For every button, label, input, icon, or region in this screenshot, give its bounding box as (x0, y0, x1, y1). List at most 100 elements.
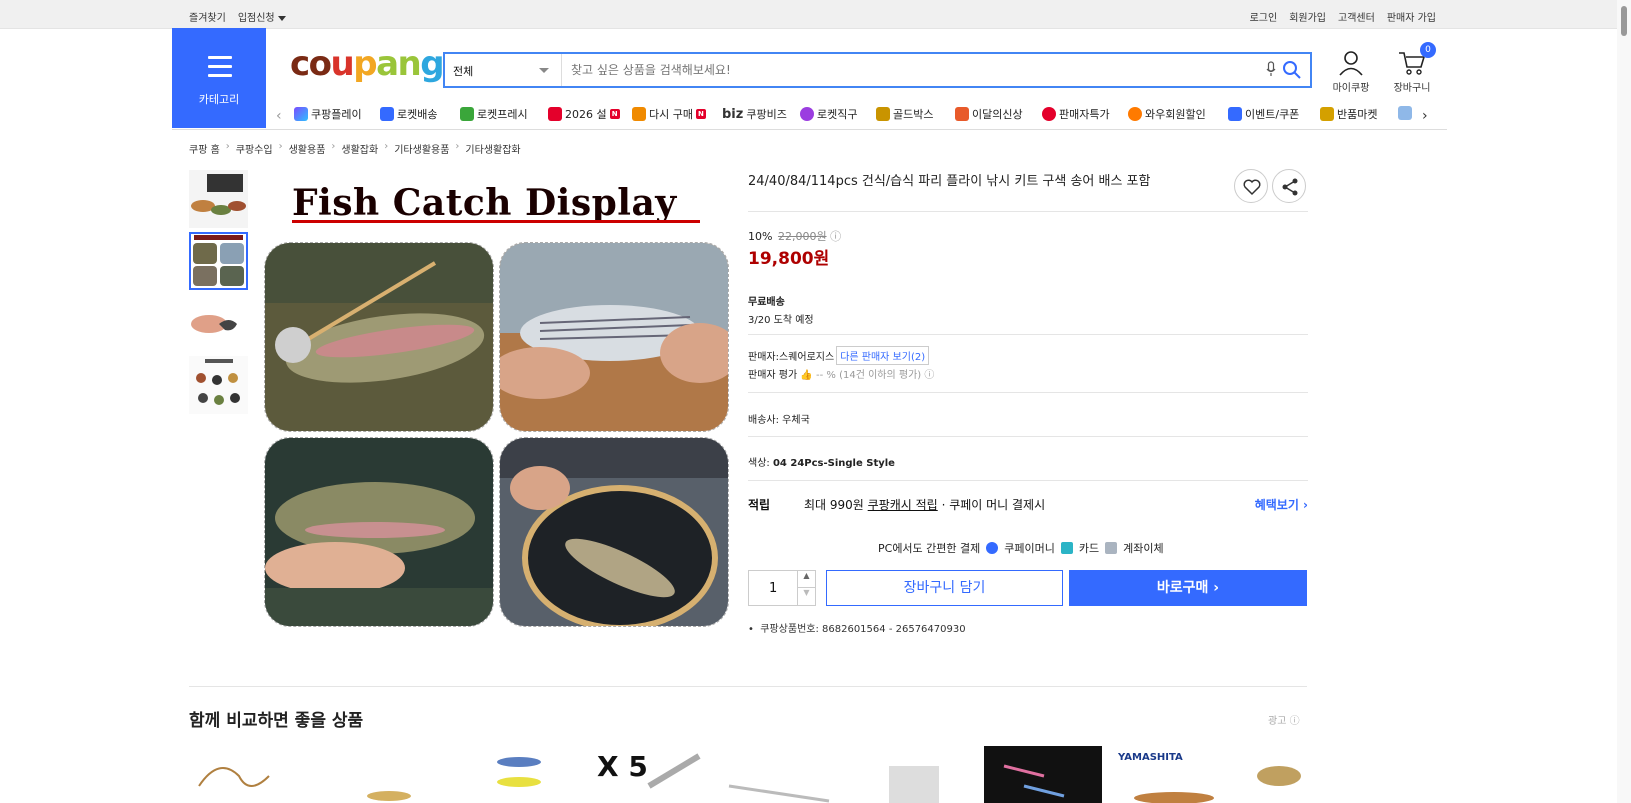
login-link[interactable]: 로그인 (1250, 9, 1278, 24)
chevron-right-icon[interactable]: › (1422, 108, 1428, 124)
breadcrumb-item[interactable]: 생활잡화 (341, 141, 378, 156)
add-to-cart-button[interactable]: 장바구니 담기 (826, 570, 1063, 606)
bookmark-link[interactable]: 즐겨찾기 (189, 9, 226, 24)
chevron-left-icon[interactable]: ‹ (276, 108, 282, 124)
info-icon[interactable]: ⓘ (830, 230, 841, 243)
nav-item[interactable]: biz 쿠팡비즈 (722, 106, 787, 122)
buy-now-label: 바로구매 (1156, 580, 1209, 596)
top-utility-bar: 즐겨찾기 입점신청 로그인 회원가입 고객센터 판매자 가입 (0, 0, 1631, 29)
nav-item[interactable]: 2026 설N (548, 106, 620, 122)
nav-item[interactable]: 판매자특가 (1042, 106, 1110, 122)
microphone-icon[interactable] (1266, 61, 1276, 77)
divider (748, 211, 1308, 212)
main-product-image[interactable]: Fish Catch Display (262, 170, 730, 630)
shopping-bag-icon (955, 107, 969, 121)
customer-center-link[interactable]: 고객센터 (1338, 9, 1375, 24)
new-badge: N (695, 109, 706, 119)
rec-brand: YAMASHITA (1117, 752, 1183, 763)
chevron-down-icon[interactable]: ▼ (797, 588, 815, 605)
pc-pay-label: PC에서도 간편한 결제 (878, 542, 981, 555)
nav-item[interactable]: 이벤트/쿠폰 (1228, 106, 1299, 122)
heart-icon (1243, 179, 1261, 196)
chevron-right-icon: › (331, 141, 336, 152)
nav-item[interactable]: 로켓프레시 (460, 106, 528, 122)
nav-item[interactable]: 골드박스 (876, 106, 933, 122)
cart-label: 장바구니 (1393, 83, 1431, 94)
thumbnail[interactable] (189, 170, 248, 228)
seller-signup-link[interactable]: 판매자 가입 (1387, 9, 1436, 24)
thumbnail[interactable] (189, 356, 248, 414)
carrier-value: 우체국 (782, 415, 810, 426)
play-icon (294, 107, 308, 121)
search-category-select[interactable]: 전체 (445, 54, 562, 86)
breadcrumb-item[interactable]: 기타생활용품 (394, 141, 449, 156)
option-line: 색상: 04 24Pcs-Single Style (748, 454, 895, 469)
gift-icon (548, 107, 562, 121)
rec-product[interactable]: X 5 (589, 746, 707, 803)
chevron-up-icon[interactable]: ▲ (797, 571, 815, 588)
buy-now-button[interactable]: 바로구매 › (1069, 570, 1307, 606)
page-scrollbar[interactable] (1617, 0, 1631, 803)
product-number-text: 쿠팡상품번호: 8682601564 - 26576470930 (760, 624, 966, 635)
rec-product[interactable] (1249, 746, 1307, 803)
divider (748, 436, 1308, 437)
banner-title: Fish Catch Display (292, 182, 677, 224)
color-value: 04 24Pcs-Single Style (772, 458, 895, 469)
thumbnail[interactable] (189, 294, 248, 352)
nav-item[interactable]: 와우회원할인 (1128, 106, 1206, 122)
category-nav-row: ‹ 쿠팡플레이 로켓배송 로켓프레시 2026 설N 다시 구매 N biz 쿠팡비… (276, 104, 1436, 128)
search-input[interactable] (563, 54, 1223, 86)
rec-product[interactable] (469, 746, 587, 803)
card-icon (1060, 542, 1073, 554)
breadcrumb-item[interactable]: 기타생활잡화 (465, 141, 520, 156)
signup-link[interactable]: 회원가입 (1289, 9, 1326, 24)
my-coupang-button[interactable]: 마이쿠팡 (1329, 50, 1373, 94)
seller-apply-link[interactable]: 입점신청 (238, 9, 286, 24)
nav-item[interactable]: 반품마켓 (1320, 106, 1377, 122)
bank-icon (1105, 542, 1118, 554)
nav-item[interactable]: 이달의신상 (955, 106, 1023, 122)
thumbnail-selected[interactable] (189, 232, 248, 290)
scrollbar-thumb[interactable] (1621, 6, 1627, 36)
rec-product[interactable]: YAMASHITA (1114, 746, 1232, 803)
search-icon[interactable] (1282, 60, 1302, 80)
original-price: 22,000원 (777, 230, 827, 243)
benefit-link[interactable]: 혜택보기 › (1255, 496, 1308, 513)
rec-product[interactable] (189, 746, 307, 803)
share-button[interactable] (1272, 169, 1306, 203)
benefit-label: 적립 (748, 498, 771, 512)
rec-product[interactable] (859, 746, 977, 803)
breadcrumb-item[interactable]: 쿠팡수입 (236, 141, 273, 156)
user-icon (1339, 51, 1363, 76)
seller-rating-line: 판매자 평가 👍 -- % (14건 이하의 평가) ⓘ (748, 366, 934, 381)
nav-item[interactable]: 쿠팡플레이 (294, 106, 362, 122)
fish-photo (264, 437, 494, 627)
info-icon[interactable]: ⓘ (924, 370, 934, 381)
divider (748, 480, 1308, 481)
nav-item-label: 다시 구매 (649, 108, 693, 121)
seller-name[interactable]: 스퀘어로지스 (779, 352, 834, 363)
coupang-logo[interactable]: coupang (290, 44, 445, 84)
rec-product[interactable] (329, 746, 447, 803)
coupang-cash-link[interactable]: 쿠팡캐시 적립 (868, 498, 938, 512)
quantity-stepper[interactable]: 1 ▲ ▼ (748, 570, 816, 606)
nav-item[interactable]: 로켓직구 (800, 106, 857, 122)
pay-method: 쿠페이머니 (1004, 542, 1055, 555)
pay-method: 카드 (1078, 542, 1100, 555)
rec-product[interactable] (984, 746, 1102, 803)
breadcrumb-item[interactable]: 생활용품 (289, 141, 326, 156)
rec-product[interactable] (719, 746, 837, 803)
breadcrumb-item[interactable]: 쿠팡 홈 (189, 141, 220, 156)
coupay-icon (986, 542, 999, 554)
category-menu-button[interactable]: 카테고리 (172, 28, 266, 128)
nav-item-label: 로켓배송 (397, 108, 438, 121)
nav-item[interactable]: 로켓배송 (380, 106, 437, 122)
coupon-icon (1228, 107, 1242, 121)
nav-item[interactable] (1398, 106, 1412, 120)
nav-item[interactable]: 다시 구매 N (632, 106, 706, 122)
fish-photo (499, 437, 729, 627)
goldbox-icon (876, 107, 890, 121)
cart-button[interactable]: 0 장바구니 (1388, 42, 1436, 94)
other-sellers-button[interactable]: 다른 판매자 보기(2) (836, 346, 930, 365)
wishlist-button[interactable] (1234, 169, 1268, 203)
